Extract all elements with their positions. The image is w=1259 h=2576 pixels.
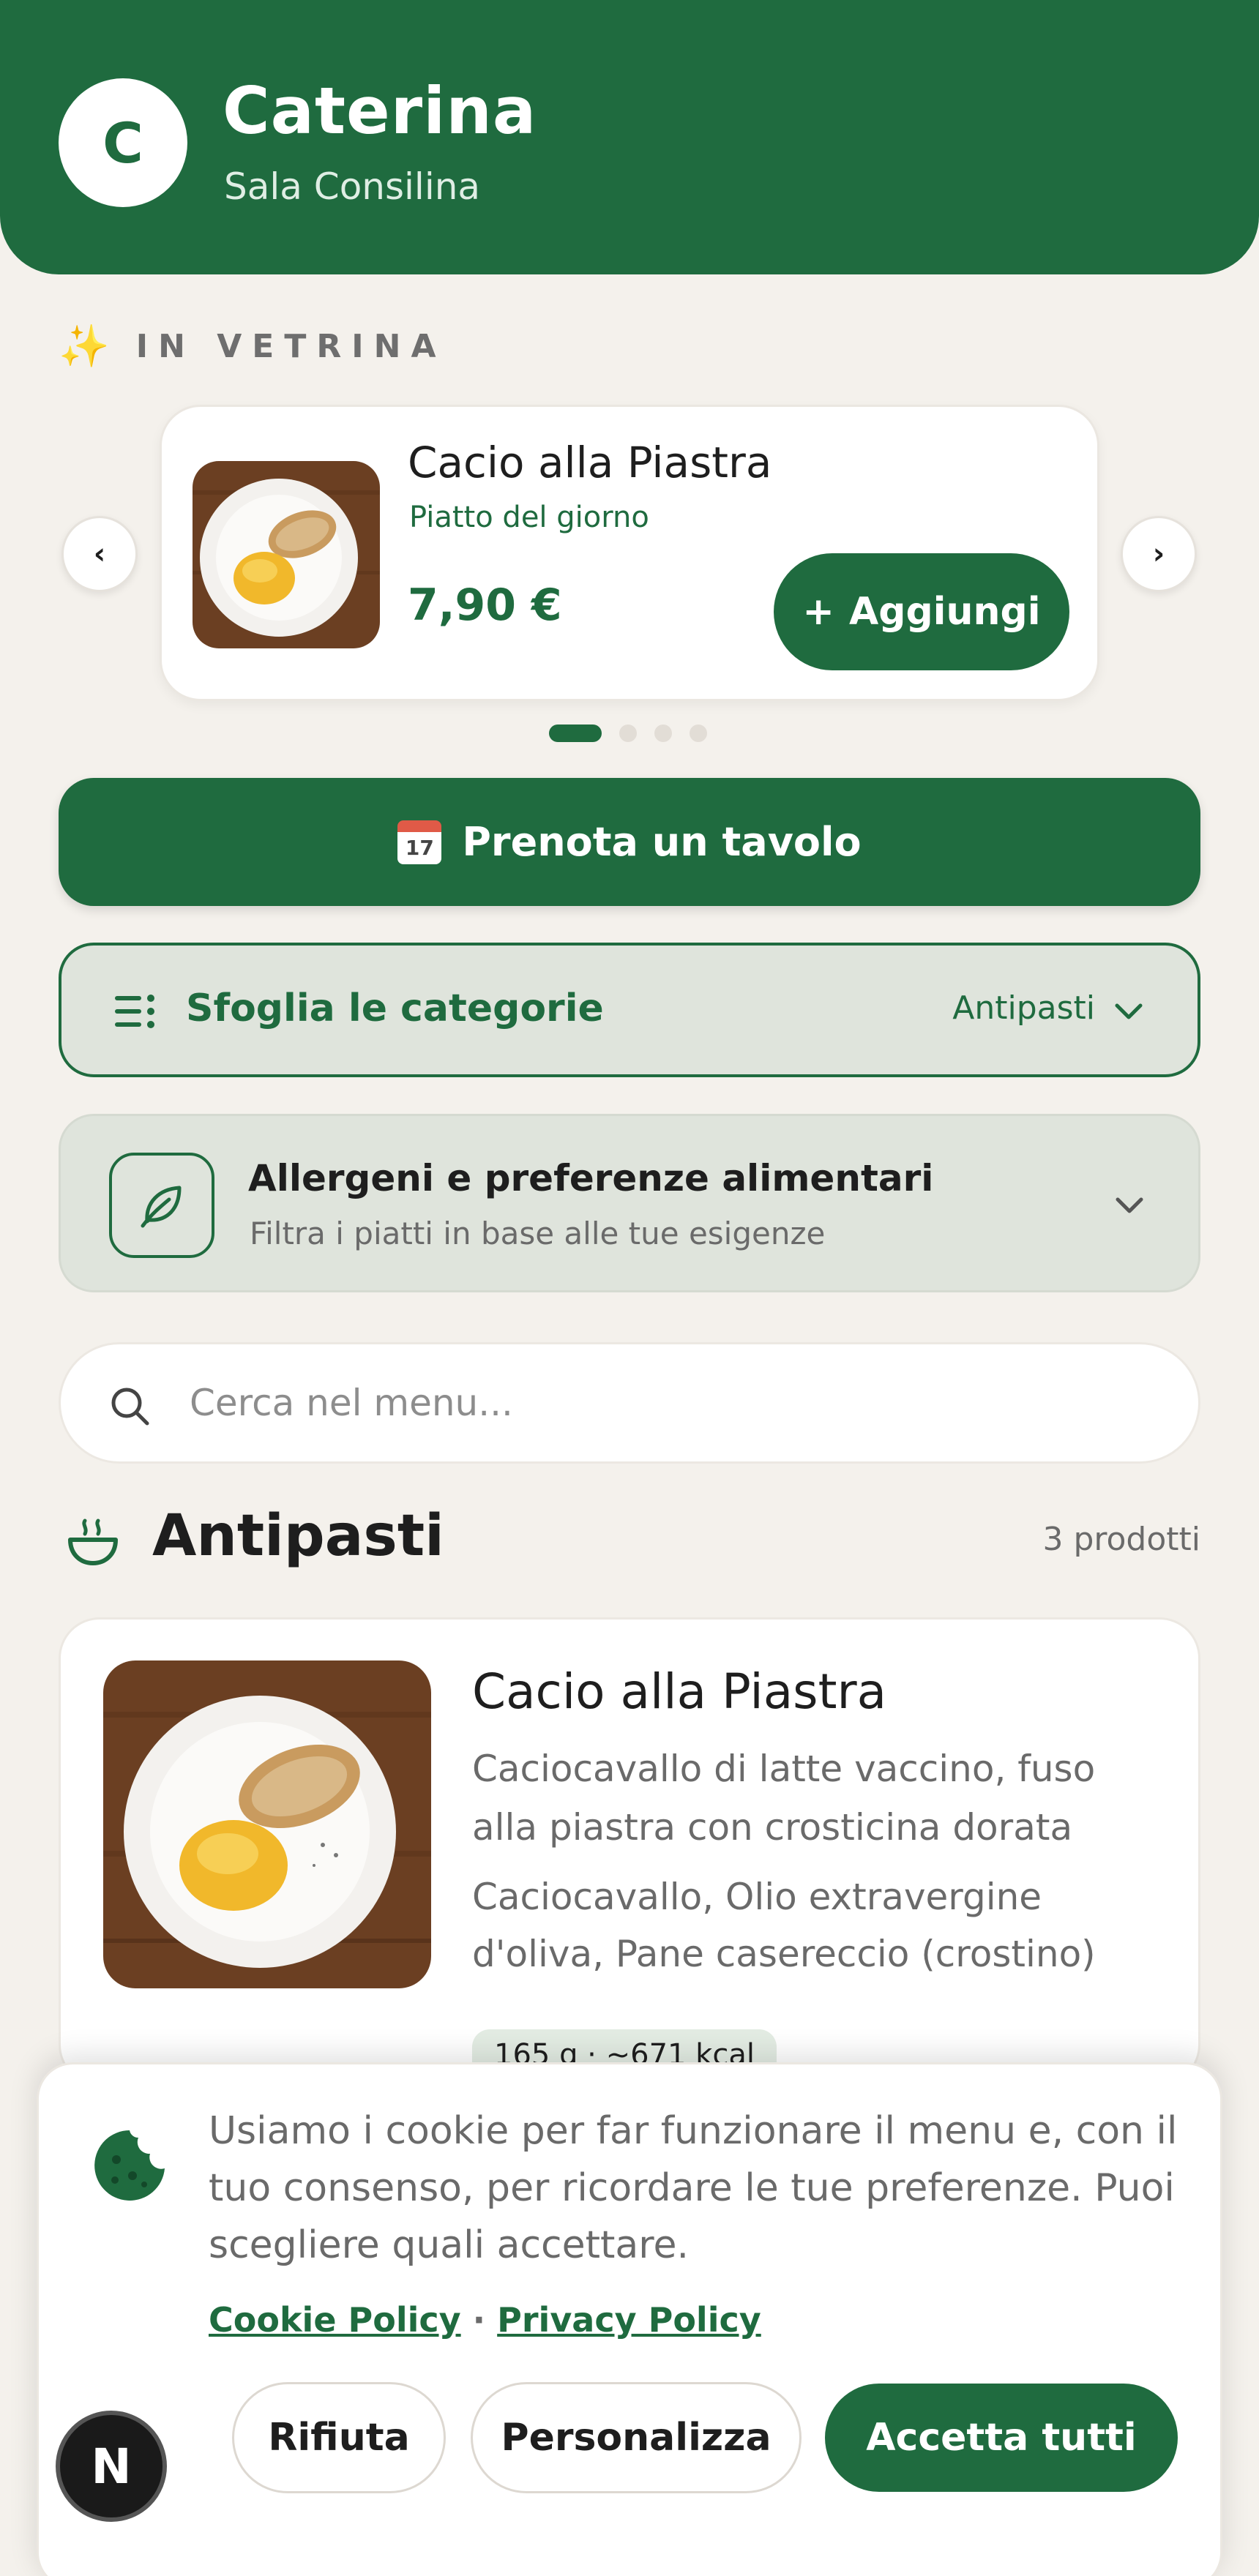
featured-item-title: Cacio alla Piastra (408, 438, 772, 487)
customize-cookies-button[interactable]: Personalizza (471, 2382, 802, 2493)
section-title: Antipasti (152, 1503, 444, 1569)
carousel-dot[interactable] (549, 724, 602, 742)
cookie-message: Usiamo i cookie per far funzionare il me… (209, 2109, 1178, 2267)
leaf-icon-box (109, 1153, 214, 1258)
featured-item-card[interactable]: Cacio alla Piastra Piatto del giorno 7,9… (160, 405, 1099, 701)
carousel-dot[interactable] (619, 724, 637, 742)
section-item-count: 3 prodotti (1042, 1521, 1200, 1558)
chevron-down-icon (1115, 1003, 1143, 1019)
link-separator: · (472, 2300, 486, 2340)
leaf-icon (141, 1186, 182, 1228)
carousel-next-button[interactable]: › (1121, 516, 1197, 592)
cookie-policy-link[interactable]: Cookie Policy (209, 2300, 461, 2340)
featured-item-subtitle: Piatto del giorno (409, 501, 649, 534)
carousel-dot[interactable] (654, 724, 672, 742)
restaurant-avatar: C (59, 78, 187, 207)
browse-categories-dropdown[interactable]: Sfoglia le categorie Antipasti (59, 943, 1200, 1077)
search-bar[interactable] (59, 1342, 1200, 1464)
carousel-pagination (549, 724, 707, 742)
book-table-label: Prenota un tavolo (462, 819, 862, 865)
search-icon (111, 1388, 149, 1426)
list-menu-icon (115, 995, 154, 1028)
allergens-filter-panel[interactable]: Allergeni e preferenze alimentari Filtra… (59, 1114, 1200, 1292)
browse-categories-label: Sfoglia le categorie (186, 986, 604, 1030)
current-category: Antipasti (952, 989, 1095, 1027)
allergens-subtitle: Filtra i piatti in base alle tue esigenz… (250, 1216, 826, 1251)
cookie-links: Cookie Policy · Privacy Policy (209, 2300, 761, 2340)
cookie-consent-banner: Usiamo i cookie per far funzionare il me… (37, 2062, 1222, 2576)
product-title: Cacio alla Piastra (472, 1663, 887, 1720)
restaurant-city: Sala Consilina (224, 165, 481, 208)
calendar-icon: 17 (397, 820, 442, 864)
featured-item-image (193, 461, 380, 648)
product-ingredients: Caciocavallo, Olio extravergine d'oliva,… (472, 1876, 1096, 1975)
cookie-icon (94, 2130, 165, 2201)
book-table-button[interactable]: 17 Prenota un tavolo (59, 778, 1200, 906)
product-description: Caciocavallo di latte vaccino, fuso alla… (472, 1748, 1096, 1849)
privacy-policy-link[interactable]: Privacy Policy (497, 2300, 761, 2340)
accept-all-cookies-button[interactable]: Accetta tutti (825, 2384, 1178, 2492)
chevron-down-icon (1116, 1197, 1143, 1213)
plus-icon: + (802, 590, 834, 634)
bowl-icon (68, 1519, 118, 1565)
chevron-right-icon: › (1152, 537, 1165, 571)
sparkles-icon: ✨ (59, 323, 110, 370)
product-card[interactable]: Cacio alla Piastra Caciocavallo di latte… (59, 1617, 1200, 2086)
carousel-prev-button[interactable]: ‹ (61, 516, 138, 592)
allergens-title: Allergeni e preferenze alimentari (248, 1157, 934, 1199)
carousel-dot[interactable] (690, 724, 707, 742)
vetrina-label: IN VETRINA (135, 327, 447, 365)
reject-cookies-button[interactable]: Rifiuta (232, 2382, 446, 2493)
vetrina-heading: ✨ IN VETRINA (59, 322, 447, 370)
add-to-cart-button[interactable]: + Aggiungi (774, 553, 1069, 670)
dev-tools-badge[interactable]: N (56, 2411, 167, 2522)
app-header: C Caterina Sala Consilina (0, 0, 1259, 274)
product-image (103, 1660, 431, 1988)
search-input[interactable] (190, 1374, 1141, 1432)
featured-item-price: 7,90 € (408, 580, 562, 631)
restaurant-name: Caterina (223, 73, 537, 149)
chevron-left-icon: ‹ (93, 537, 106, 571)
add-to-cart-label: Aggiungi (848, 590, 1041, 634)
